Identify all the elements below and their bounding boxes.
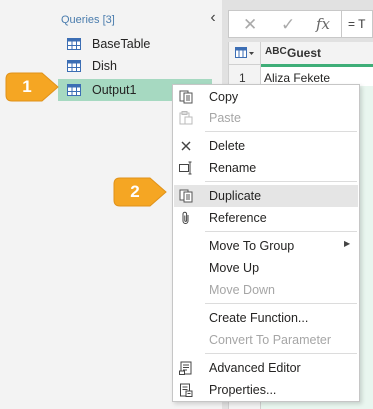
- callout-badge-1: 1: [4, 71, 60, 103]
- menu-item-duplicate[interactable]: Duplicate: [174, 185, 358, 207]
- callout-badge-2: 2: [112, 176, 168, 208]
- menu-item-create-function[interactable]: Create Function...: [174, 307, 358, 329]
- menu-label: Reference: [209, 211, 267, 225]
- rename-icon: [179, 161, 192, 175]
- formula-separator: [341, 11, 342, 37]
- paste-icon: [179, 111, 193, 125]
- menu-label: Convert To Parameter: [209, 333, 332, 347]
- table-menu-button[interactable]: [229, 42, 261, 64]
- query-label: Output1: [92, 83, 137, 97]
- column-quality-bar: [261, 64, 373, 67]
- cancel-icon[interactable]: ✕: [243, 15, 257, 35]
- copy-icon: [179, 90, 193, 104]
- query-label: Dish: [92, 59, 118, 73]
- grid-header: ABC Guest: [229, 42, 373, 65]
- menu-label: Copy: [209, 90, 239, 104]
- menu-item-paste[interactable]: Paste: [174, 107, 358, 129]
- menu-item-reference[interactable]: Reference: [174, 207, 358, 229]
- menu-label: Move To Group: [209, 239, 295, 253]
- menu-item-convert-to-parameter[interactable]: Convert To Parameter: [174, 329, 358, 351]
- menu-label: Duplicate: [209, 189, 262, 203]
- callout-number: 2: [130, 182, 140, 201]
- column-type-icon[interactable]: ABC: [265, 46, 287, 57]
- context-menu: Copy Paste Delete Rename Duplicate Refer…: [172, 84, 360, 402]
- menu-item-properties[interactable]: Properties...: [174, 379, 358, 401]
- submenu-arrow-icon: ▶: [344, 239, 351, 248]
- menu-separator: [205, 231, 357, 232]
- menu-item-move-up[interactable]: Move Up: [174, 257, 358, 279]
- menu-label: Paste: [209, 111, 241, 125]
- menu-item-rename[interactable]: Rename: [174, 157, 358, 179]
- advanced-editor-icon: [179, 361, 192, 375]
- query-label: BaseTable: [92, 37, 151, 51]
- grid-cell[interactable]: Aliza Fekete: [264, 71, 330, 85]
- menu-separator: [205, 303, 357, 304]
- menu-item-advanced-editor[interactable]: Advanced Editor: [174, 357, 358, 379]
- menu-label: Create Function...: [209, 311, 309, 325]
- table-icon: [67, 38, 81, 50]
- formula-bar: ✕ ✓ fx = T: [228, 10, 373, 38]
- menu-item-copy[interactable]: Copy: [174, 86, 358, 108]
- delete-icon: [181, 141, 191, 151]
- menu-label: Move Down: [209, 283, 275, 297]
- query-item-dish[interactable]: Dish: [58, 55, 212, 77]
- menu-label: Advanced Editor: [209, 361, 301, 375]
- formula-input[interactable]: = T: [348, 17, 365, 31]
- callout-number: 1: [22, 77, 32, 96]
- fx-icon[interactable]: fx: [316, 15, 330, 33]
- properties-icon: [180, 383, 193, 397]
- collapse-pane-icon[interactable]: ‹: [206, 10, 220, 26]
- menu-label: Rename: [209, 161, 257, 175]
- menu-separator: [205, 353, 357, 354]
- paperclip-icon: [182, 211, 189, 224]
- row-number: 1: [239, 71, 246, 85]
- menu-label: Delete: [209, 139, 246, 153]
- menu-label: Move Up: [209, 261, 260, 275]
- menu-separator: [205, 131, 357, 132]
- query-item-basetable[interactable]: BaseTable: [58, 33, 212, 55]
- confirm-icon[interactable]: ✓: [281, 15, 295, 35]
- menu-item-move-down[interactable]: Move Down: [174, 279, 358, 301]
- queries-header: Queries [3]: [61, 14, 115, 26]
- duplicate-icon: [179, 189, 193, 203]
- column-header-guest[interactable]: Guest: [287, 46, 321, 60]
- menu-separator: [205, 181, 357, 182]
- table-icon: [67, 84, 81, 96]
- table-icon: [67, 60, 81, 72]
- menu-item-move-to-group[interactable]: Move To Group ▶: [174, 235, 358, 257]
- menu-label: Properties...: [209, 383, 277, 397]
- table-menu-icon: [234, 47, 254, 58]
- menu-item-delete[interactable]: Delete: [174, 135, 358, 157]
